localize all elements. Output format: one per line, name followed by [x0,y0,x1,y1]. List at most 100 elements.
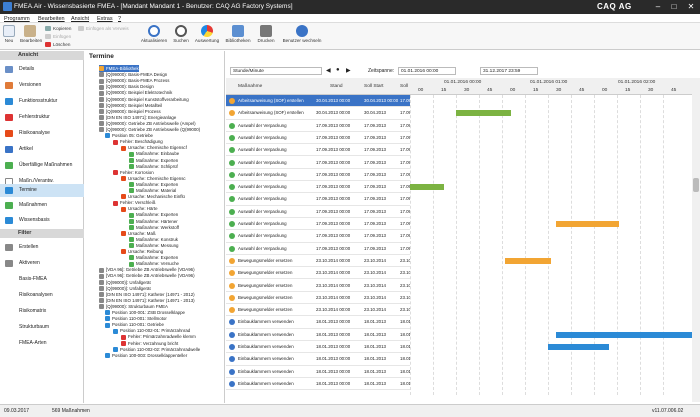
status-icon [229,319,235,326]
print-button[interactable]: Drucken [256,25,276,43]
status-icon [229,122,235,129]
table-row[interactable]: Bewegungsmelder ersetzen 23.10.2014 00:00… [226,304,411,317]
table-row[interactable]: Einbauklammern verwenden 18.01.2013 00:00… [226,378,411,391]
refresh-button[interactable]: Aktualisieren [140,25,168,43]
date-to-input[interactable]: 31.12.2017 23:59 [480,67,538,75]
table-row[interactable]: Einbauklammern verwenden 18.01.2013 00:00… [226,316,411,329]
table-row[interactable]: Auswahl der Verpackung 17.09.2013 00:00 17… [226,193,411,206]
menu-ansicht[interactable]: Ansicht [71,16,89,22]
nav-today-icon[interactable]: ● [336,67,340,73]
table-row[interactable]: Auswahl der Verpackung 17.09.2013 00:00 17… [226,243,411,255]
table-row[interactable]: Auswahl der Verpackung 17.09.2013 00:00 17… [226,181,411,194]
delete-button[interactable]: Löschen [45,42,70,48]
scroll-thumb[interactable] [693,178,699,192]
table-row[interactable]: Auswahl der Verpackung 17.09.2013 00:00 17… [226,120,411,132]
edit-button[interactable]: Bearbeiten [20,25,42,43]
sidebar-item-error-structure[interactable]: Fehlerstruktur [0,111,84,124]
status-icon [229,221,235,227]
menu-programm[interactable]: Programm [4,16,30,22]
table-row[interactable]: Arbeitsanweisung (SOF) erstellen 30.04.20… [226,107,411,120]
gantt-tick-label: 00 [510,88,516,93]
column-header-planned-start[interactable]: Soll Start [364,84,383,89]
sidebar-item-knowledge-base[interactable]: Wissensbasis [0,214,84,227]
gantt-gridline [525,95,526,395]
sidebar-item-versions[interactable]: Versionen [0,79,84,92]
tree-node-icon [121,145,126,151]
paste-reference-button[interactable]: Einfügen als Verweis [78,26,129,32]
table-row[interactable]: Bewegungsmelder ersetzen 23.10.2014 00:00… [226,292,411,305]
filter-activate[interactable]: Aktiveren [0,257,84,270]
filter-risk-analyses[interactable]: Risikoanalysen [0,289,84,302]
maximize-icon[interactable]: □ [666,0,682,14]
table-row[interactable]: Bewegungsmelder ersetzen 23.10.2014 00:00… [226,280,411,292]
filter-risk-matrix[interactable]: Risikomatrix [0,305,84,318]
articles-icon [5,146,13,153]
filter-fmea-types[interactable]: FMEA-Arten [0,337,84,350]
libraries-button[interactable]: Bibliotheken [224,25,252,43]
date-from-input[interactable]: 01.01.2016 00:00 [398,67,456,75]
menu-bearbeiten[interactable]: Bearbeiten [38,16,65,22]
column-header-planned-end[interactable]: Soll [400,84,408,89]
status-version: v11.07.006.02 [652,408,684,414]
switch-user-button[interactable]: Benutzer wechseln [280,25,324,43]
table-row[interactable]: Einbauklammern verwenden 18.01.2013 00:00… [226,329,411,341]
filter-icon [5,244,13,251]
sidebar-item-risk-analysis[interactable]: Risikoanalyse [0,127,84,140]
menu-extras[interactable]: Extras [97,16,113,22]
zoom-select[interactable]: Stunde/Minute [230,67,322,75]
sidebar-item-measures[interactable]: Maßnahmen [0,199,84,212]
filter-structure-tree[interactable]: Strukturbaum [0,321,84,334]
nav-next-icon[interactable]: ▶ [346,67,351,74]
table-row[interactable]: Auswahl der Verpackung 17.09.2013 00:00 17… [226,230,411,243]
table-row[interactable]: Bewegungsmelder ersetzen 23.10.2014 00:00… [226,255,411,268]
table-row[interactable]: Auswahl der Verpackung 17.09.2013 00:00 17… [226,144,411,157]
refresh-icon [148,25,160,37]
sidebar-item-overdue-measures[interactable]: Überfällige Maßnahmen [0,159,84,172]
search-button[interactable]: Suchen [172,25,190,43]
status-icon [229,307,235,314]
status-icon [229,184,235,191]
sidebar-item-appointments[interactable]: Termine [0,184,84,197]
gantt-gridline [548,95,549,395]
table-row[interactable]: Auswahl der Verpackung 17.09.2013 00:00 17… [226,132,411,145]
filter-create[interactable]: Erstellen [0,241,84,254]
close-icon[interactable]: ✕ [683,0,699,14]
table-row[interactable]: Einbauklammern verwenden 18.01.2013 00:00… [226,341,411,354]
paste-button[interactable]: Einfügen [45,34,71,40]
column-header-status[interactable]: Stand [330,84,343,89]
gantt-bar[interactable] [555,221,619,227]
evaluation-button[interactable]: Auswertung [193,25,221,43]
table-cell: 23.10.2014 00:00 [316,294,351,300]
nav-prev-icon[interactable]: ◀ [326,67,331,74]
table-row[interactable]: Auswahl der Verpackung 17.09.2013 00:00 17… [226,157,411,169]
column-header-measure[interactable]: Maßnahme [238,84,262,89]
table-row[interactable]: Auswahl der Verpackung 17.09.2013 00:00 17… [226,218,411,231]
minimize-icon[interactable]: – [650,0,666,14]
table-row[interactable]: Bewegungsmelder ersetzen 23.10.2014 00:00… [226,267,411,280]
table-row[interactable]: Einbauklammern verwenden 18.01.2013 00:00… [226,366,411,378]
table-row[interactable]: Einbauklammern verwenden 18.01.2013 00:00… [226,353,411,366]
sidebar-item-articles[interactable]: Artikel [0,143,84,156]
tree-node[interactable]: Position 100-003: Drosselklappenteller [105,352,187,359]
gantt-bar[interactable] [456,110,512,117]
status-icon [229,294,235,301]
gantt-tick-label: 15 [533,88,539,93]
gantt-date-1: 01.01.2016 01:00 [530,80,568,85]
sidebar-item-details[interactable]: Details [0,63,84,76]
gantt-bar[interactable] [410,184,444,191]
tree-node-icon [113,170,118,176]
sidebar-item-function-structure[interactable]: Funktionsstruktur [0,95,84,108]
menu-help[interactable]: ? [118,16,121,22]
filter-base-fmea[interactable]: Basis-FMEA [0,273,84,286]
gantt-bar[interactable] [505,257,552,264]
new-button[interactable]: Neu [2,25,16,43]
table-row[interactable]: Arbeitsanweisung (SOF) erstellen 30.04.20… [226,95,411,108]
vertical-scrollbar[interactable] [692,78,700,402]
gantt-bar[interactable] [555,331,694,338]
table-cell: Auswahl der Verpackung [238,233,287,239]
copy-button[interactable]: Kopieren [45,26,71,32]
search-icon [175,25,187,37]
table-row[interactable]: Auswahl der Verpackung 17.09.2013 00:00 17… [226,206,411,218]
table-row[interactable]: Auswahl der Verpackung 17.09.2013 00:00 17… [226,169,411,182]
gantt-bar[interactable] [548,344,610,350]
